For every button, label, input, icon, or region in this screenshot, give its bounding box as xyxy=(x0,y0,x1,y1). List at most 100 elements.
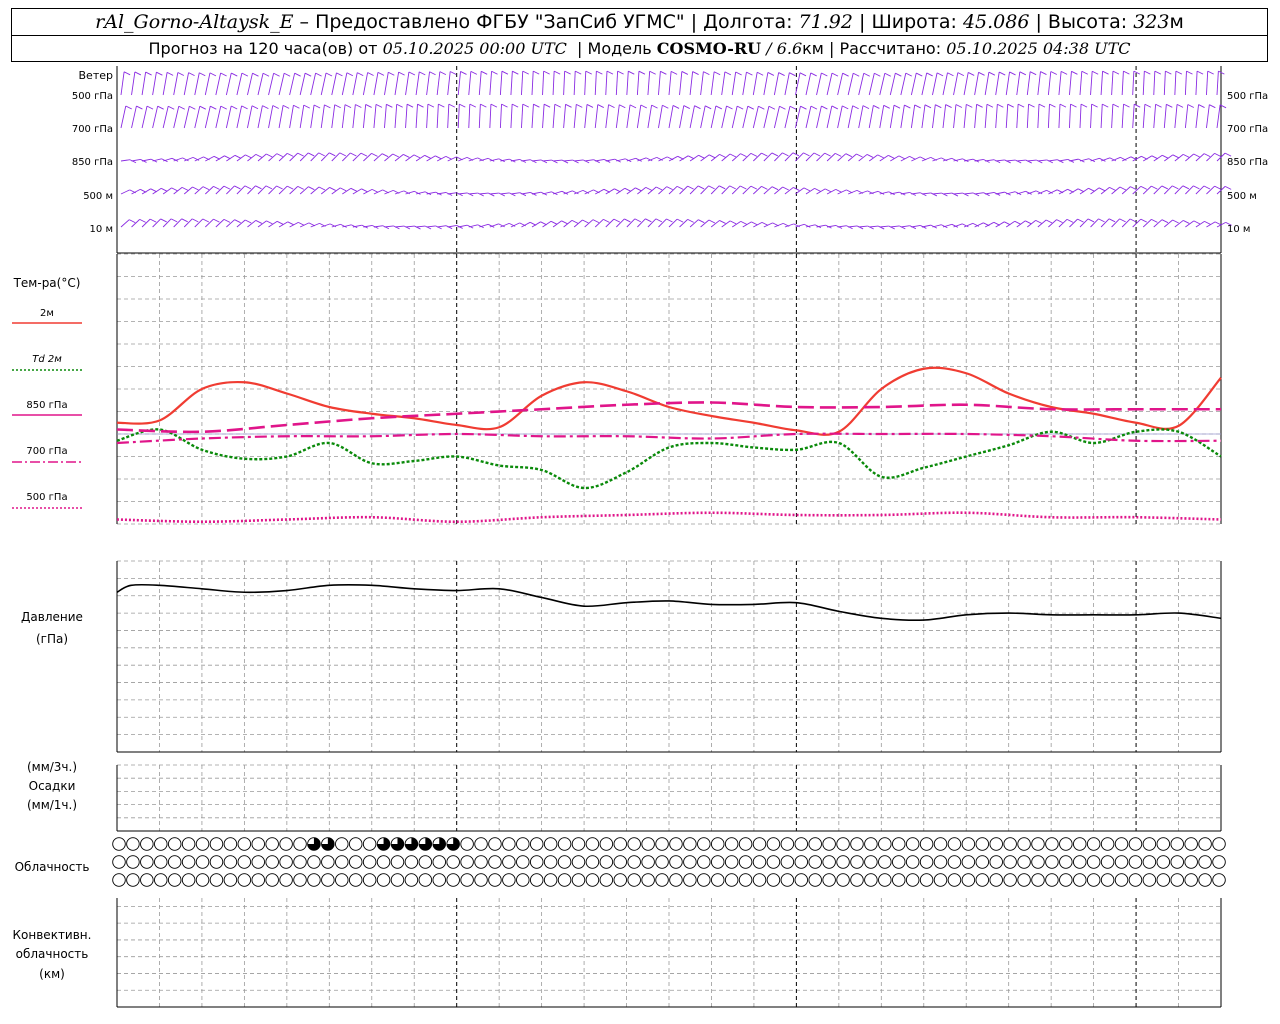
wind-barb-flag xyxy=(125,105,132,110)
wind-barb xyxy=(1026,71,1031,96)
wind-barb-flag xyxy=(1112,70,1120,75)
cloud-cover-circle xyxy=(293,837,307,851)
cloud-cover-circle xyxy=(864,855,878,869)
wind-barb-flag xyxy=(1066,218,1074,223)
cloud-cover-circle xyxy=(850,837,864,851)
wind-barb-flag xyxy=(660,70,667,75)
cloud-cover-circle xyxy=(543,837,558,851)
wind-barb xyxy=(731,106,738,129)
wind-barb-flag xyxy=(282,104,290,109)
wind-barb xyxy=(1185,185,1194,195)
wind-barb xyxy=(426,225,436,228)
wind-barb-flag xyxy=(223,185,231,190)
wind-barb xyxy=(890,225,900,228)
cloud-cover-circle xyxy=(1128,873,1143,887)
wind-barb-flag xyxy=(157,105,164,110)
series-700-гПа xyxy=(116,432,1222,445)
cloud-cover-circle xyxy=(265,837,279,851)
wind-barb xyxy=(1006,191,1016,195)
wind-barb xyxy=(1026,104,1030,129)
wind-barb-flag xyxy=(223,218,231,223)
cloud-cover-circle xyxy=(1059,855,1073,869)
wind-barb xyxy=(278,105,284,129)
wind-barb-flag xyxy=(297,152,304,157)
wind-barb-flag xyxy=(821,72,828,77)
wind-barb-flag xyxy=(645,218,652,223)
wind-barb xyxy=(173,72,179,96)
wind-barb xyxy=(626,157,636,162)
wind-barb-flag xyxy=(1186,70,1193,75)
wind-barb-flag xyxy=(564,70,571,75)
wind-barb xyxy=(194,218,204,228)
wind-barb xyxy=(521,71,524,96)
wind-barb-flag xyxy=(424,154,431,159)
wind-barb xyxy=(1132,71,1135,96)
cloud-cover-circle xyxy=(335,855,349,869)
wind-barb xyxy=(120,71,125,96)
wind-barb-flag xyxy=(986,103,994,108)
cloud-cover-circle xyxy=(710,837,725,851)
wind-barb xyxy=(320,152,330,162)
wind-barb xyxy=(531,191,542,195)
wind-barb-flag xyxy=(1204,220,1211,225)
wind-barb-flag xyxy=(1098,187,1106,192)
wind-barb xyxy=(162,187,172,195)
wind-barb xyxy=(183,218,193,228)
wind-barb xyxy=(584,219,594,228)
wind-barb xyxy=(436,71,441,96)
cloud-cover-circle xyxy=(209,837,224,851)
wind-barb xyxy=(584,71,587,96)
cloud-cover-circle xyxy=(1003,855,1017,869)
cloud-cover-circle xyxy=(557,837,572,851)
wind-barb xyxy=(468,192,478,195)
wind-barb xyxy=(731,153,741,162)
wind-barb xyxy=(889,73,896,96)
wind-barb-flag xyxy=(789,105,797,110)
wind-barb xyxy=(647,71,651,96)
wind-barb xyxy=(215,185,225,195)
wind-barb-flag xyxy=(1040,71,1047,75)
wind-barb-flag xyxy=(694,105,701,110)
cloud-cover-circle xyxy=(502,873,516,887)
wind-barb xyxy=(489,104,492,129)
legend-t700-label: 700 гПа xyxy=(26,446,67,457)
wind-barb-flag xyxy=(448,103,456,108)
cloud-cover-circle xyxy=(543,873,558,887)
wind-barb-flag xyxy=(365,104,372,108)
cloud-cover-circle xyxy=(1031,837,1045,851)
wind-barb xyxy=(1079,104,1082,129)
cloud-cover-circle xyxy=(1114,855,1129,869)
wind-barb-flag xyxy=(283,72,291,77)
wind-barb xyxy=(310,152,320,162)
wind-barb xyxy=(278,73,285,96)
cloud-symbols-layer xyxy=(112,837,1226,887)
wind-barb-flag xyxy=(746,71,753,76)
wind-barb-flag xyxy=(726,105,733,110)
wind-barb xyxy=(215,155,225,162)
wind-barb-flag xyxy=(1162,154,1169,159)
wind-barb xyxy=(1153,154,1163,162)
cloud-cover-circle xyxy=(1212,873,1226,887)
wind-barb-flag xyxy=(490,103,498,108)
wind-barb xyxy=(963,104,967,129)
cloud-cover-circle xyxy=(738,837,753,851)
cloud-cover-circle xyxy=(223,873,238,887)
wind-barb-flag xyxy=(845,153,853,158)
wind-barb xyxy=(478,71,482,96)
wind-barb xyxy=(605,104,609,129)
cloud-cover-circle xyxy=(641,873,655,887)
cloud-cover-circle xyxy=(878,873,892,887)
wind-barb xyxy=(605,218,615,228)
wind-barb xyxy=(774,152,783,162)
wind-barb-flag xyxy=(244,185,252,190)
wind-barb xyxy=(1058,71,1062,96)
wind-barb xyxy=(816,72,822,96)
cloud-cover-circle xyxy=(1073,837,1087,851)
wind-barb-flag xyxy=(1193,185,1200,190)
wind-barb-flag xyxy=(955,104,963,108)
wind-barb-flag xyxy=(429,71,436,76)
wind-barb xyxy=(700,71,704,96)
wind-barb-flag xyxy=(635,187,642,192)
wind-barb-flag xyxy=(192,218,199,223)
wind-barb xyxy=(1079,158,1090,162)
